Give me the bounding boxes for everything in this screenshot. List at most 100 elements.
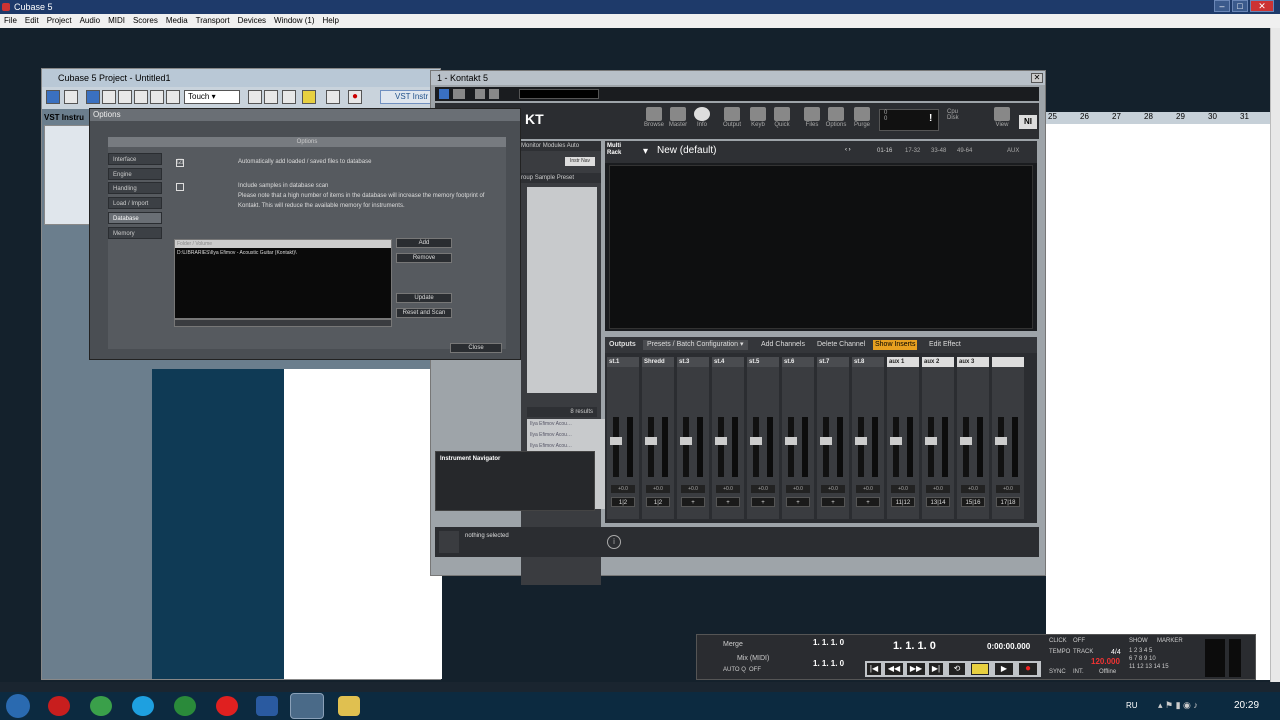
multi-menu-icon[interactable]: ▾ <box>643 146 648 157</box>
record-button[interactable]: ● <box>1019 663 1037 675</box>
stop-button[interactable] <box>971 663 989 675</box>
nav-load-import[interactable]: Load / Import <box>108 197 162 209</box>
play-button[interactable] <box>326 90 340 104</box>
browse-button[interactable]: Browse <box>643 107 665 137</box>
tab-group[interactable]: roup <box>521 175 533 181</box>
strip-output[interactable]: 15|16 <box>961 497 985 507</box>
maps-icon[interactable] <box>174 696 196 716</box>
volume-fader[interactable] <box>893 417 899 477</box>
rack-page-2[interactable]: 17-32 <box>905 148 920 154</box>
rack-page-1[interactable]: 01-16 <box>877 148 892 154</box>
volume-fader[interactable] <box>788 417 794 477</box>
primary-position[interactable]: 1. 1. 1. 0 <box>893 640 936 652</box>
browser-list[interactable] <box>527 187 597 393</box>
strip-output[interactable]: + <box>786 497 810 507</box>
go-to-start-icon[interactable] <box>248 90 262 104</box>
folder-entry[interactable]: D:\LIBRARIES\Ilya Efimov - Acoustic Guit… <box>177 250 296 256</box>
opera-icon[interactable] <box>48 696 70 716</box>
tab-preset[interactable]: Preset <box>557 175 574 181</box>
r-button[interactable] <box>475 89 485 99</box>
automation-icon[interactable] <box>166 90 180 104</box>
folder-list[interactable]: Folder / Volume D:\LIBRARIES\Ilya Efimov… <box>174 239 392 319</box>
tab-auto[interactable]: Auto <box>567 143 579 149</box>
keyboard-button[interactable]: Keyb <box>747 107 769 137</box>
explorer-icon[interactable] <box>338 696 360 716</box>
multi-prev-next[interactable]: ‹ › <box>845 147 851 153</box>
strip-output[interactable]: + <box>681 497 705 507</box>
cycle-button[interactable]: ⟲ <box>949 663 965 675</box>
fader-knob[interactable] <box>925 437 937 445</box>
fader-knob[interactable] <box>750 437 762 445</box>
nav-memory[interactable]: Memory <box>108 227 162 239</box>
stop-button[interactable] <box>302 90 316 104</box>
show-label[interactable]: SHOW <box>1129 638 1148 644</box>
list-button[interactable] <box>489 89 499 99</box>
aux-button[interactable]: AUX <box>1007 148 1019 154</box>
menu-edit[interactable]: Edit <box>21 14 43 28</box>
strip-output[interactable]: 11|12 <box>891 497 915 507</box>
tempo-value[interactable]: 120.000 <box>1091 657 1120 666</box>
preset-field[interactable] <box>519 89 599 99</box>
maximize-button[interactable]: □ <box>1232 0 1248 12</box>
rack-display[interactable] <box>609 165 1033 329</box>
timeline-ruler[interactable]: 25 26 27 28 29 30 31 <box>1046 112 1270 124</box>
folder-scrollbar[interactable] <box>174 319 392 327</box>
close-button[interactable]: ✕ <box>1250 0 1274 12</box>
go-to-end-icon[interactable] <box>264 90 278 104</box>
left-locator[interactable]: 1. 1. 1. 0 <box>813 638 844 647</box>
chrome-icon[interactable] <box>90 696 112 716</box>
minimize-button[interactable]: – <box>1214 0 1230 12</box>
automation-mode-select[interactable]: Touch ▾ <box>184 90 240 104</box>
time-signature[interactable]: 4/4 <box>1111 649 1121 656</box>
fader-knob[interactable] <box>960 437 972 445</box>
purge-button[interactable]: Purge <box>851 107 873 137</box>
strip-output[interactable]: + <box>751 497 775 507</box>
fader-knob[interactable] <box>680 437 692 445</box>
language-indicator[interactable]: RU <box>1126 701 1138 710</box>
marker-grid[interactable]: 1 2 3 4 56 7 8 9 10 11 12 13 14 15 <box>1129 647 1185 677</box>
volume-fader[interactable] <box>998 417 1004 477</box>
tab-modules[interactable]: Modules <box>543 143 566 149</box>
strip-output[interactable]: 1|2 <box>611 497 635 507</box>
mix-midi-mode[interactable]: Mix (MIDI) <box>737 655 769 662</box>
files-button[interactable]: Files <box>801 107 823 137</box>
menu-project[interactable]: Project <box>43 14 76 28</box>
auto-add-checkbox[interactable]: ☑ <box>176 159 184 167</box>
nav-handling[interactable]: Handling <box>108 182 162 194</box>
volume-fader[interactable] <box>683 417 689 477</box>
fader-knob[interactable] <box>610 437 622 445</box>
nav-database[interactable]: Database <box>108 212 162 224</box>
fast-forward-button[interactable]: ▶▶ <box>907 663 925 675</box>
right-locator[interactable]: 1. 1. 1. 0 <box>813 659 844 668</box>
menu-media[interactable]: Media <box>162 14 192 28</box>
skype-icon[interactable] <box>132 696 154 716</box>
tempo-label[interactable]: TEMPO <box>1049 649 1070 655</box>
edit-effect-button[interactable]: Edit Effect <box>929 340 961 350</box>
fader-knob[interactable] <box>855 437 867 445</box>
sync-label[interactable]: SYNC <box>1049 669 1066 675</box>
info-line-button[interactable] <box>102 90 116 104</box>
rack-page-3[interactable]: 33-48 <box>931 148 946 154</box>
menu-window[interactable]: Window (1) <box>270 14 318 28</box>
menu-audio[interactable]: Audio <box>76 14 104 28</box>
go-to-start-button[interactable]: |◀ <box>867 663 881 675</box>
track-list[interactable] <box>44 125 90 225</box>
master-button[interactable]: Master <box>667 107 689 137</box>
close-button[interactable]: Close <box>450 343 502 353</box>
pool-button[interactable] <box>134 90 148 104</box>
cycle-icon[interactable] <box>282 90 296 104</box>
play-button[interactable]: ▶ <box>995 663 1013 675</box>
show-inserts-button[interactable]: Show Inserts <box>873 340 918 350</box>
output-button[interactable]: Output <box>721 107 743 137</box>
yandex-icon[interactable] <box>216 696 238 716</box>
volume-fader[interactable] <box>963 417 969 477</box>
fader-knob[interactable] <box>890 437 902 445</box>
activate-project-button[interactable] <box>46 90 60 104</box>
include-samples-checkbox[interactable] <box>176 183 184 191</box>
volume-fader[interactable] <box>718 417 724 477</box>
menu-file[interactable]: File <box>0 14 21 28</box>
fader-knob[interactable] <box>715 437 727 445</box>
constrain-delay-button[interactable] <box>64 90 78 104</box>
volume-fader[interactable] <box>648 417 654 477</box>
instr-nav-button[interactable]: Instr Nav <box>565 157 595 166</box>
